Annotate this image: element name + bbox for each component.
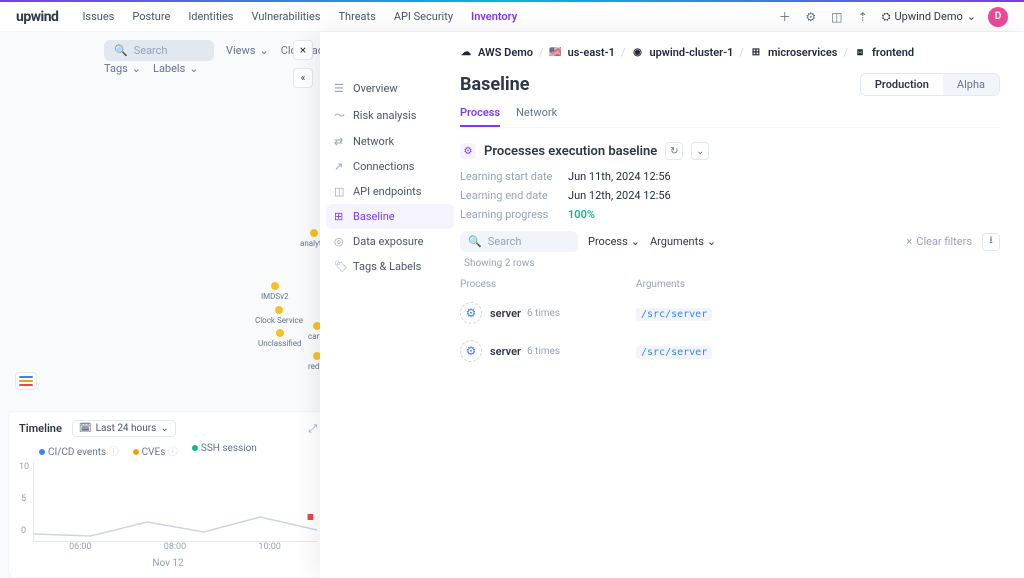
section-dropdown[interactable]: ⌄ (691, 142, 709, 160)
sidebar-item-baseline[interactable]: ⊞Baseline (326, 204, 454, 229)
section-gear-icon: ⚙ (460, 143, 476, 159)
nav-posture[interactable]: Posture (132, 10, 170, 23)
nav-inventory[interactable]: Inventory (471, 10, 517, 23)
table-row[interactable]: ⚙ server 6 times /src/server (460, 294, 1000, 332)
sidebar-item-data-exposure[interactable]: ◎Data exposure (320, 229, 460, 254)
nav-threats[interactable]: Threats (338, 10, 375, 23)
x-icon: × (906, 235, 912, 248)
tags-dropdown[interactable]: Tags⌄ (104, 62, 141, 75)
region-icon: 🇺🇸 (550, 47, 562, 59)
calendar-icon: 🗓 (79, 423, 92, 434)
toggle-production[interactable]: Production (861, 74, 943, 95)
row-count: Showing 2 rows (460, 258, 1000, 269)
timeline-title: Timeline (19, 422, 62, 435)
timeline-panel: Timeline 🗓 Last 24 hours ⌄ ⤢ CI/CD event… (8, 411, 328, 578)
bell-icon[interactable]: ⇡ (856, 10, 870, 24)
download-button[interactable]: ⭳ (982, 233, 1000, 251)
breadcrumb: ☁ AWS Demo/ 🇺🇸 us-east-1/ ◉ upwind-clust… (460, 46, 1000, 59)
expand-icon[interactable]: ⤢ (308, 422, 317, 436)
views-dropdown[interactable]: Views⌄ (226, 44, 269, 57)
nav-issues[interactable]: Issues (82, 10, 114, 23)
nav-vulnerabilities[interactable]: Vulnerabilities (251, 10, 320, 23)
workload-icon: ⧈ (854, 47, 866, 59)
org-switcher[interactable]: ⛭ Upwind Demo ⌄ (882, 10, 976, 24)
panel-sidebar: ☰Overview 〜Risk analysis ⇄Network ↗Conne… (320, 32, 460, 578)
arguments-filter-dropdown[interactable]: Arguments⌄ (650, 235, 716, 248)
tab-network[interactable]: Network (516, 106, 557, 127)
panel-icon[interactable]: ◫ (830, 10, 844, 24)
process-search-input[interactable]: 🔍 Search (460, 231, 578, 252)
sidebar-item-network[interactable]: ⇄Network (320, 129, 460, 154)
chevron-down-icon: ⌄ (967, 10, 976, 23)
brand-logo: upwind (16, 9, 58, 25)
sidebar-item-risk[interactable]: 〜Risk analysis (320, 101, 460, 129)
nav-identities[interactable]: Identities (188, 10, 233, 23)
col-process: Process (460, 279, 636, 290)
collapse-button[interactable]: « (293, 68, 313, 88)
search-icon: 🔍 (114, 44, 128, 57)
col-arguments: Arguments (636, 279, 1000, 290)
env-toggle: Production Alpha (860, 73, 1000, 96)
tab-process[interactable]: Process (460, 106, 500, 127)
detail-panel: ☰Overview 〜Risk analysis ⇄Network ↗Conne… (320, 32, 1024, 578)
main-nav: Issues Posture Identities Vulnerabilitie… (82, 10, 777, 23)
org-icon: ⛭ (882, 10, 891, 24)
time-range-dropdown[interactable]: 🗓 Last 24 hours ⌄ (72, 420, 176, 437)
namespace-icon: ⊞ (750, 47, 762, 59)
section-title: Processes execution baseline (484, 144, 657, 159)
baseline-tabs: Process Network (460, 106, 1000, 128)
page-title: Baseline (460, 74, 860, 95)
process-icon: ⚙ (460, 340, 482, 362)
cluster-icon: ◉ (631, 47, 643, 59)
process-icon: ⚙ (460, 302, 482, 324)
avatar[interactable]: D (988, 7, 1008, 27)
table-row[interactable]: ⚙ server 6 times /src/server (460, 332, 1000, 370)
topbar: upwind Issues Posture Identities Vulnera… (0, 2, 1024, 32)
nav-api-security[interactable]: API Security (394, 10, 453, 23)
sidebar-item-connections[interactable]: ↗Connections (320, 154, 460, 179)
bg-search-input[interactable]: 🔍 Search (104, 40, 214, 61)
sidebar-item-api[interactable]: ◫API endpoints (320, 179, 460, 204)
toggle-alpha[interactable]: Alpha (943, 74, 999, 95)
labels-dropdown[interactable]: Labels⌄ (153, 62, 199, 75)
gear-icon[interactable]: ⚙ (804, 10, 818, 24)
org-name: Upwind Demo (895, 10, 963, 23)
layers-button[interactable] (15, 372, 37, 390)
aws-icon: ☁ (460, 47, 472, 59)
chevron-down-icon: ⌄ (160, 423, 168, 434)
close-button[interactable]: × (293, 40, 313, 60)
clear-filters-button[interactable]: ×Clear filters (906, 235, 972, 248)
refresh-button[interactable]: ↻ (665, 142, 683, 160)
search-icon: 🔍 (468, 235, 482, 248)
sidebar-item-overview[interactable]: ☰Overview (320, 76, 460, 101)
process-filter-dropdown[interactable]: Process⌄ (588, 235, 640, 248)
sidebar-item-tags[interactable]: 🏷Tags & Labels (320, 254, 460, 279)
plus-icon[interactable]: ＋ (778, 10, 792, 24)
